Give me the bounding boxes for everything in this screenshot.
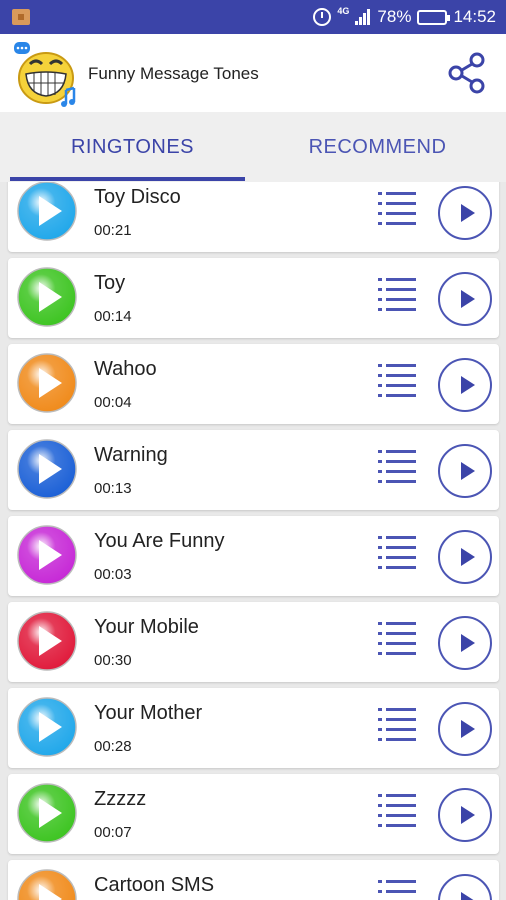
ringtone-play-ball-icon[interactable] xyxy=(16,610,78,672)
ringtone-name: Your Mobile xyxy=(94,616,199,638)
app-logo-smiley-icon xyxy=(14,42,76,107)
list-menu-icon[interactable] xyxy=(378,792,418,828)
list-item[interactable]: Warning 00:13 xyxy=(8,430,499,510)
ringtone-name: Cartoon SMS xyxy=(94,874,215,896)
list-menu-icon[interactable] xyxy=(378,878,418,900)
ringtone-duration: 00:04 xyxy=(94,394,132,411)
active-tab-indicator xyxy=(10,177,245,181)
ringtone-duration: 00:21 xyxy=(94,222,132,239)
tab-bar: RINGTONES RECOMMEND xyxy=(0,112,506,182)
ringtone-play-ball-icon[interactable] xyxy=(16,352,78,414)
ringtone-name: Zzzzz xyxy=(94,788,147,810)
list-item[interactable]: Wahoo 00:04 xyxy=(8,344,499,424)
list-item[interactable]: Toy 00:14 xyxy=(8,258,499,338)
battery-percent: 78% xyxy=(377,7,412,26)
list-menu-icon[interactable] xyxy=(378,620,418,656)
play-button[interactable] xyxy=(438,186,492,240)
status-bar: 4G 78% 14:52 xyxy=(0,0,506,34)
tab-ringtones[interactable]: RINGTONES xyxy=(10,112,255,182)
play-button[interactable] xyxy=(438,788,492,842)
play-button[interactable] xyxy=(438,616,492,670)
share-icon[interactable] xyxy=(446,52,488,94)
status-indicators: 4G 78% 14:52 xyxy=(313,0,496,34)
ringtone-name: Wahoo xyxy=(94,358,157,380)
list-item[interactable]: You Are Funny 00:03 xyxy=(8,516,499,596)
battery-icon xyxy=(417,9,451,25)
list-item[interactable]: Toy Disco 00:21 xyxy=(8,182,499,252)
ringtone-duration: 00:28 xyxy=(94,738,132,755)
app-title: Funny Message Tones xyxy=(88,64,259,83)
play-button[interactable] xyxy=(438,358,492,412)
ringtone-duration: 00:03 xyxy=(94,566,132,583)
ringtone-duration: 00:14 xyxy=(94,308,132,325)
ringtone-name: Toy Disco xyxy=(94,186,181,208)
play-button[interactable] xyxy=(438,530,492,584)
play-button[interactable] xyxy=(438,444,492,498)
ringtone-play-ball-icon[interactable] xyxy=(16,696,78,758)
network-type-label: 4G xyxy=(337,5,350,16)
list-menu-icon[interactable] xyxy=(378,534,418,570)
alarm-icon xyxy=(313,8,332,26)
app-bar: Funny Message Tones xyxy=(0,34,506,112)
list-menu-icon[interactable] xyxy=(378,362,418,398)
list-menu-icon[interactable] xyxy=(378,706,418,742)
clock: 14:52 xyxy=(453,7,496,26)
list-item[interactable]: Your Mobile 00:30 xyxy=(8,602,499,682)
ringtone-play-ball-icon[interactable] xyxy=(16,182,78,242)
ringtone-duration: 00:30 xyxy=(94,652,132,669)
ringtone-play-ball-icon[interactable] xyxy=(16,266,78,328)
ringtone-play-ball-icon[interactable] xyxy=(16,868,78,900)
ringtone-list[interactable]: Toy Disco 00:21 Toy 00:14 Wahoo 00:04 Warning 0… xyxy=(0,182,506,900)
ringtone-play-ball-icon[interactable] xyxy=(16,782,78,844)
tab-recommend[interactable]: RECOMMEND xyxy=(255,112,500,182)
ringtone-name: Warning xyxy=(94,444,168,466)
list-menu-icon[interactable] xyxy=(378,276,418,312)
play-button[interactable] xyxy=(438,702,492,756)
list-menu-icon[interactable] xyxy=(378,190,418,226)
play-button[interactable] xyxy=(438,272,492,326)
play-button[interactable] xyxy=(438,874,492,900)
ringtone-play-ball-icon[interactable] xyxy=(16,438,78,500)
ringtone-name: You Are Funny xyxy=(94,530,225,552)
signal-icon xyxy=(355,9,371,25)
ringtone-play-ball-icon[interactable] xyxy=(16,524,78,586)
ringtone-name: Toy xyxy=(94,272,126,294)
app-notification-icon xyxy=(12,9,30,25)
list-menu-icon[interactable] xyxy=(378,448,418,484)
list-item[interactable]: Zzzzz 00:07 xyxy=(8,774,499,854)
ringtone-name: Your Mother xyxy=(94,702,203,724)
ringtone-duration: 00:13 xyxy=(94,480,132,497)
list-item[interactable]: Cartoon SMS xyxy=(8,860,499,900)
list-item[interactable]: Your Mother 00:28 xyxy=(8,688,499,768)
ringtone-duration: 00:07 xyxy=(94,824,132,841)
